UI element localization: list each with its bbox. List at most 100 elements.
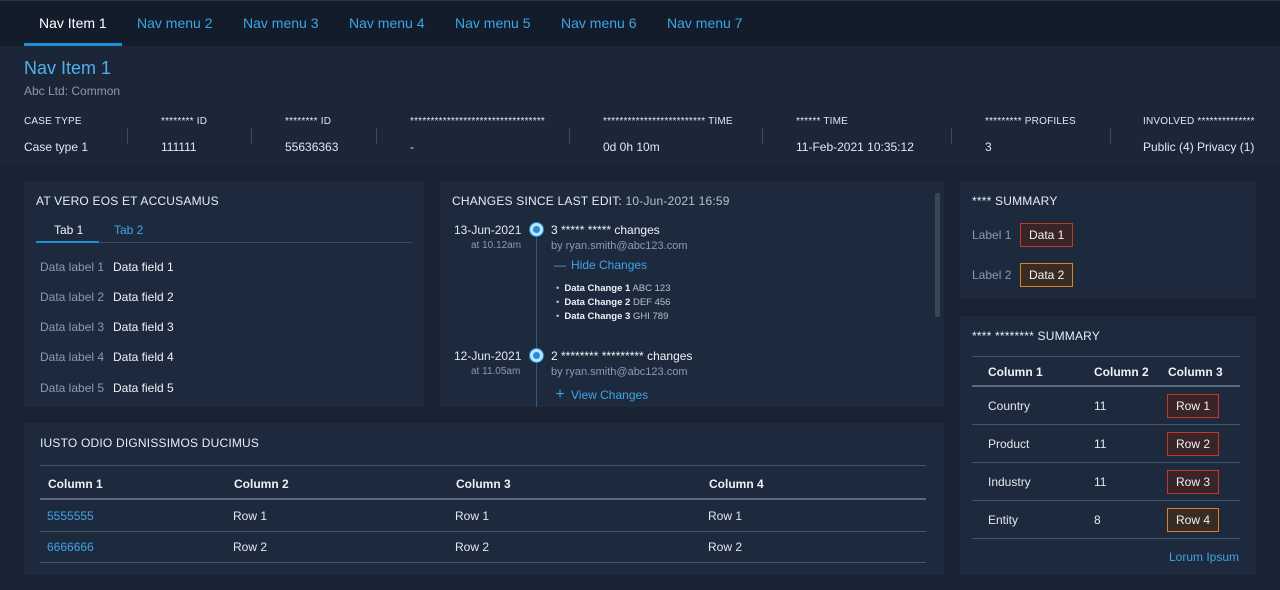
- nav-menu-5[interactable]: Nav menu 5: [455, 1, 530, 46]
- table-cell: Row 1: [708, 509, 743, 523]
- meta-label-id-1: ******** ID: [161, 116, 208, 127]
- change-value: GHI 789: [632, 311, 669, 322]
- nav-item-1[interactable]: Nav Item 1: [39, 1, 107, 46]
- data-field: Data field 4: [113, 350, 174, 364]
- summary-table-title: **** ******** SUMMARY: [972, 329, 1101, 343]
- summary-label: Label 2: [972, 268, 1012, 282]
- column-header: Column 2: [234, 477, 289, 491]
- table-cell: Row 2: [233, 540, 268, 554]
- change-item: • Data Change 1 ABC 123: [556, 283, 670, 294]
- table-cell: 11: [1094, 399, 1107, 413]
- data-table-title: IUSTO ODIO DIGNISSIMOS DUCIMUS: [40, 436, 260, 450]
- row-divider: [972, 500, 1240, 501]
- meta-label-profiles: ********* PROFILES: [985, 116, 1076, 127]
- nav-menu-7[interactable]: Nav menu 7: [667, 1, 742, 46]
- timeline-dot-icon: [530, 223, 543, 236]
- row-divider: [40, 562, 926, 563]
- changes-card: CHANGES SINCE LAST EDIT: 10-Jun-2021 16:…: [440, 181, 944, 407]
- minus-icon: —: [554, 258, 566, 272]
- meta-divider: [127, 128, 128, 144]
- tab-active-indicator: [36, 241, 99, 243]
- nav-menu-4[interactable]: Nav menu 4: [349, 1, 424, 46]
- summary-card-title: **** SUMMARY: [972, 194, 1058, 208]
- nav-active-indicator: [24, 43, 122, 46]
- row-badge-red: Row 3: [1167, 470, 1220, 494]
- change-value: DEF 456: [632, 297, 671, 308]
- meta-divider: [376, 128, 377, 144]
- table-cell: Row 2: [708, 540, 743, 554]
- meta-label-case-type: CASE TYPE: [24, 116, 82, 127]
- column-header: Column 1: [988, 365, 1043, 379]
- column-header: Column 1: [48, 477, 103, 491]
- data-field: Data field 2: [113, 290, 174, 304]
- top-nav: Nav Item 1 Nav menu 2 Nav menu 3 Nav men…: [0, 0, 1280, 46]
- column-header: Column 2: [1094, 365, 1149, 379]
- meta-divider: [251, 128, 252, 144]
- meta-value-id-1: 111111: [161, 140, 197, 154]
- bullet-icon: •: [556, 297, 560, 308]
- header-divider: [972, 385, 1240, 387]
- meta-value-time-2: 11-Feb-2021 10:35:12: [796, 140, 914, 154]
- meta-label-involved: INVOLVED **************: [1143, 116, 1255, 127]
- timeline-date: 12-Jun-2021: [454, 349, 522, 363]
- meta-divider: [1110, 128, 1111, 144]
- data-field: Data field 1: [113, 260, 174, 274]
- meta-label-id-2: ******** ID: [285, 116, 332, 127]
- table-cell: Country: [988, 399, 1031, 413]
- change-item: • Data Change 2 DEF 456: [556, 297, 670, 308]
- tab-2[interactable]: Tab 2: [114, 223, 143, 237]
- meta-value-id-2: 55636363: [285, 140, 339, 154]
- last-edit-timestamp: 10-Jun-2021 16:59: [625, 194, 730, 208]
- changes-card-title: CHANGES SINCE LAST EDIT: 10-Jun-2021 16:…: [452, 194, 730, 208]
- meta-divider: [569, 128, 570, 144]
- timeline-line: [536, 229, 537, 407]
- table-link-cell[interactable]: 5555555: [47, 509, 94, 523]
- meta-value-case-type: Case type 1: [24, 140, 89, 154]
- nav-menu-2[interactable]: Nav menu 2: [137, 1, 212, 46]
- summary-badge-orange: Data 2: [1020, 263, 1074, 287]
- table-cell: Entity: [988, 513, 1019, 527]
- data-table-card: IUSTO ODIO DIGNISSIMOS DUCIMUS Column 1 …: [24, 423, 944, 575]
- data-field: Data field 5: [113, 381, 174, 395]
- data-label: Data label 5: [40, 381, 105, 395]
- meta-value-time-1: 0d 0h 10m: [603, 140, 660, 154]
- change-value: ABC 123: [632, 283, 671, 294]
- table-top-border: [972, 356, 1240, 357]
- summary-badge-red: Data 1: [1020, 223, 1074, 247]
- timeline-time: at 11.05am: [471, 366, 521, 377]
- page-subtitle: Abc Ltd: Common: [24, 84, 121, 98]
- nav-menu-6[interactable]: Nav menu 6: [561, 1, 636, 46]
- table-cell: Row 1: [455, 509, 490, 523]
- table-cell: Product: [988, 437, 1030, 451]
- change-name: Data Change 1: [564, 283, 631, 294]
- page-title: Nav Item 1: [24, 58, 112, 78]
- table-cell: Industry: [988, 475, 1031, 489]
- data-label: Data label 2: [40, 290, 105, 304]
- table-link-cell[interactable]: 6666666: [47, 540, 94, 554]
- row-divider: [40, 531, 926, 532]
- row-badge-orange: Row 4: [1167, 508, 1220, 532]
- view-changes-link[interactable]: + View Changes: [553, 386, 648, 404]
- hide-changes-link[interactable]: — Hide Changes: [553, 258, 647, 272]
- column-header: Column 3: [1168, 365, 1223, 379]
- nav-menu-3[interactable]: Nav menu 3: [243, 1, 318, 46]
- timeline-date: 13-Jun-2021: [454, 223, 522, 237]
- meta-value-4: -: [410, 140, 414, 154]
- data-label: Data label 1: [40, 260, 105, 274]
- column-header: Column 3: [456, 477, 511, 491]
- bullet-icon: •: [556, 283, 560, 294]
- meta-label-time-2: ****** TIME: [796, 116, 849, 127]
- lorum-ipsum-link[interactable]: Lorum Ipsum: [1169, 550, 1239, 564]
- plus-icon: +: [555, 386, 565, 403]
- table-top-border: [40, 465, 926, 466]
- changes-title-label: CHANGES SINCE LAST EDIT:: [452, 194, 622, 208]
- row-divider: [972, 424, 1240, 425]
- hide-changes-label: Hide Changes: [571, 258, 648, 272]
- meta-value-profiles: 3: [985, 140, 992, 154]
- details-card: AT VERO EOS ET ACCUSAMUS Tab 1 Tab 2 Dat…: [24, 181, 424, 407]
- data-label: Data label 3: [40, 320, 105, 334]
- scrollbar[interactable]: [935, 193, 940, 317]
- meta-label-4: *********************************: [410, 116, 546, 127]
- tab-1[interactable]: Tab 1: [54, 223, 83, 237]
- row-divider: [972, 538, 1240, 539]
